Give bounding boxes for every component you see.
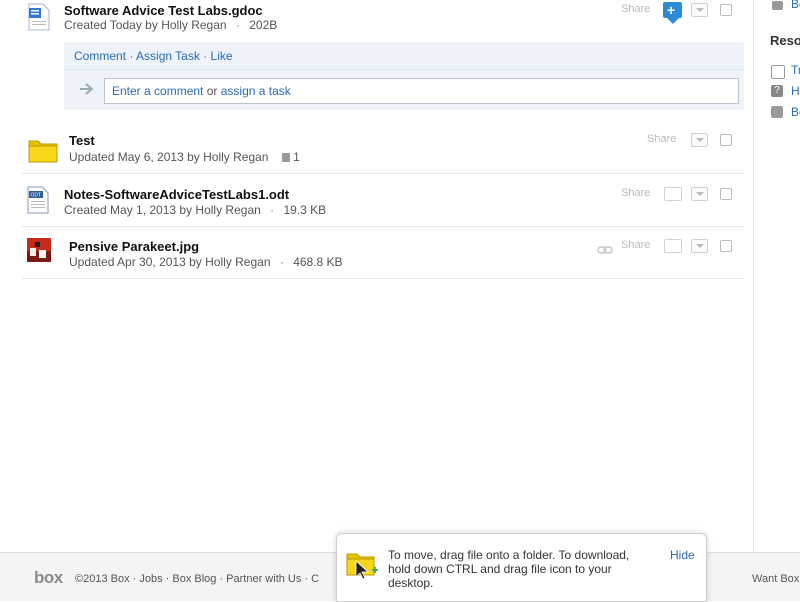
more-dropdown-button[interactable] xyxy=(691,239,708,253)
file-name[interactable]: Software Advice Test Labs.gdoc xyxy=(64,3,263,18)
row-divider xyxy=(22,226,744,227)
meta-text: Created May 1, 2013 by xyxy=(64,203,193,217)
button-pointer xyxy=(667,18,679,24)
file-count-icon xyxy=(281,153,290,163)
row-divider xyxy=(22,173,744,174)
more-dropdown-button[interactable] xyxy=(691,187,708,201)
separator: · xyxy=(129,49,134,63)
file-name[interactable]: Pensive Parakeet.jpg xyxy=(69,239,199,254)
like-link[interactable]: Like xyxy=(211,49,233,63)
meta-text: Updated Apr 30, 2013 by xyxy=(69,255,202,269)
share-link[interactable]: Share xyxy=(621,187,650,199)
assign-task-inline-link[interactable]: assign a task xyxy=(221,84,291,98)
svg-text:ODT: ODT xyxy=(31,193,42,199)
select-checkbox[interactable] xyxy=(720,188,732,200)
sidebar-item-blog[interactable]: Be xyxy=(791,105,800,119)
action-bar: Comment · Assign Task · Like xyxy=(74,49,233,63)
footer-links[interactable]: ©2013 Box · Jobs · Box Blog · Partner wi… xyxy=(75,573,319,585)
divider xyxy=(64,69,744,70)
select-checkbox[interactable] xyxy=(720,134,732,146)
sidebar-item-help[interactable]: H xyxy=(791,84,800,98)
folder-meta: Updated May 6, 2013 by Holly Regan 1 xyxy=(69,150,300,164)
more-dropdown-button[interactable] xyxy=(691,133,708,147)
chevron-down-icon xyxy=(696,138,704,142)
gdoc-file-icon[interactable] xyxy=(27,3,51,31)
plus-icon: + xyxy=(667,2,676,18)
comment-placeholder: Enter a comment or assign a task xyxy=(112,84,291,98)
chevron-down-icon xyxy=(696,244,704,248)
user-link[interactable]: Holly Regan xyxy=(205,255,270,269)
resources-heading: Reso xyxy=(770,33,800,48)
folder-name[interactable]: Test xyxy=(69,133,95,148)
share-link[interactable]: Share xyxy=(647,133,676,145)
share-link[interactable]: Share xyxy=(621,239,650,251)
more-dropdown-button[interactable] xyxy=(691,3,708,17)
file-size: 19.3 KB xyxy=(283,203,327,217)
sidebar-top-link[interactable]: Be xyxy=(791,0,800,11)
add-comment-button[interactable]: + xyxy=(663,2,682,18)
comment-input[interactable]: Enter a comment or assign a task xyxy=(104,78,739,104)
drag-tip-popup: To move, drag file onto a folder. To dow… xyxy=(336,533,707,602)
folder-icon[interactable] xyxy=(28,137,58,168)
odt-file-icon[interactable]: ODT xyxy=(26,186,50,219)
link-icon[interactable] xyxy=(597,241,613,259)
quote-icon xyxy=(771,106,783,118)
separator: · xyxy=(270,203,275,217)
user-link[interactable]: Holly Regan xyxy=(161,18,226,32)
trash-icon xyxy=(771,65,785,79)
comment-link[interactable]: Comment xyxy=(74,49,126,63)
briefcase-icon xyxy=(772,1,783,10)
file-meta: Created May 1, 2013 by Holly Regan · 19.… xyxy=(64,203,326,217)
meta-text: Updated May 6, 2013 by xyxy=(69,150,200,164)
comment-icon[interactable] xyxy=(664,187,682,201)
comment-icon[interactable] xyxy=(664,239,682,253)
assign-task-link[interactable]: Assign Task xyxy=(136,49,200,63)
row-divider xyxy=(22,278,744,279)
reply-arrow-icon xyxy=(79,82,95,100)
chevron-down-icon xyxy=(696,8,704,12)
file-meta: Updated Apr 30, 2013 by Holly Regan · 46… xyxy=(69,255,343,269)
hide-tip-link[interactable]: Hide xyxy=(670,548,695,562)
separator: · xyxy=(235,18,240,32)
sidebar-top-label[interactable]: Be xyxy=(791,0,800,11)
share-link[interactable]: Share xyxy=(621,3,650,15)
help-icon: ? xyxy=(771,85,783,97)
meta-text: Created Today by xyxy=(64,18,158,32)
sidebar-border xyxy=(753,0,754,552)
jpg-thumbnail-icon[interactable] xyxy=(27,238,51,262)
drag-folder-icon xyxy=(346,549,380,586)
user-link[interactable]: Holly Regan xyxy=(195,203,260,217)
user-link[interactable]: Holly Regan xyxy=(203,150,268,164)
separator: · xyxy=(279,255,284,269)
select-checkbox[interactable] xyxy=(720,240,732,252)
sidebar-item-trash[interactable]: Tr xyxy=(791,63,800,77)
file-size: 202B xyxy=(249,18,278,32)
chevron-down-icon xyxy=(696,192,704,196)
tip-text: To move, drag file onto a folder. To dow… xyxy=(388,548,630,590)
file-meta: Created Today by Holly Regan · 202B xyxy=(64,18,277,32)
or-text: or xyxy=(206,84,218,98)
enter-comment-link[interactable]: Enter a comment xyxy=(112,84,203,98)
file-size: 468.8 KB xyxy=(293,255,343,269)
file-count: 1 xyxy=(293,150,300,164)
file-name[interactable]: Notes-SoftwareAdviceTestLabs1.odt xyxy=(64,187,289,202)
separator: · xyxy=(203,49,208,63)
box-logo[interactable]: box xyxy=(34,568,63,588)
footer-right-text[interactable]: Want Box xyxy=(752,573,799,585)
select-checkbox[interactable] xyxy=(720,4,732,16)
